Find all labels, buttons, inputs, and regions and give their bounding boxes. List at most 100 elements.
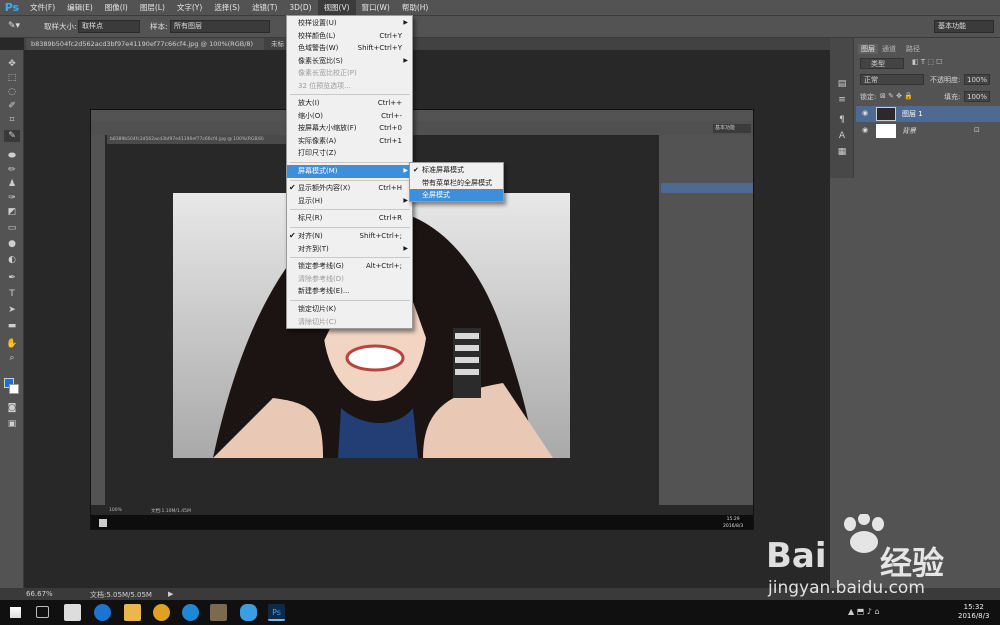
history-brush-icon[interactable]: ✑	[4, 192, 20, 204]
menu-item-snap-to[interactable]: 对齐到(T) ▶	[287, 243, 412, 256]
move-tool-icon[interactable]: ✥	[4, 58, 20, 70]
nested-status-doc: 文档:1.10M/1.45M	[151, 509, 191, 514]
menu-window[interactable]: 窗口(W)	[356, 0, 396, 16]
path-select-icon[interactable]: ➤	[4, 304, 20, 316]
fill-field[interactable]: 100%	[964, 91, 990, 102]
menu-item-actual-pixels[interactable]: 实际像素(A) Ctrl+1	[287, 135, 412, 148]
menu-item-lock-slices[interactable]: 锁定切片(K)	[287, 303, 412, 316]
clock[interactable]: 15:32 2016/8/3	[958, 603, 989, 621]
marquee-tool-icon[interactable]: ⬚	[4, 72, 20, 84]
menu-item-extras[interactable]: ✔ 显示额外内容(X) Ctrl+H	[287, 182, 412, 195]
shape-tool-icon[interactable]: ▬	[4, 320, 20, 332]
hand-tool-icon[interactable]: ✋	[4, 338, 20, 350]
qq-icon[interactable]	[240, 604, 257, 621]
stamp-tool-icon[interactable]: ♟	[4, 178, 20, 190]
submenu-fullscreen[interactable]: 全屏模式	[410, 189, 503, 201]
menu-help[interactable]: 帮助(H)	[396, 0, 435, 16]
submenu-standard-screen[interactable]: ✔ 标准屏幕模式	[410, 164, 503, 176]
eye-icon[interactable]: ◉	[862, 126, 868, 134]
menu-item-zoom-out[interactable]: 缩小(O) Ctrl+-	[287, 110, 412, 123]
quick-select-icon[interactable]: ✐	[4, 100, 20, 112]
sample-size-select[interactable]: 取样点	[78, 20, 140, 33]
app-icon[interactable]	[210, 604, 227, 621]
menu-layer[interactable]: 图层(L)	[134, 0, 171, 16]
panel-tab-channels[interactable]: 通道	[882, 44, 896, 54]
menu-item-proof-colors[interactable]: 校样颜色(L) Ctrl+Y	[287, 30, 412, 43]
nested-menubar	[91, 110, 753, 121]
sample-select[interactable]: 所有图层	[170, 20, 270, 33]
edge-icon[interactable]	[94, 604, 111, 621]
brush-tool-icon[interactable]: ✏	[4, 164, 20, 176]
panel-tab-layers[interactable]: 图层	[858, 44, 878, 54]
paragraph-icon[interactable]: ¶	[834, 114, 850, 126]
layer-row-background[interactable]: ◉ 背景 ⊡	[856, 123, 1000, 139]
submenu-fullscreen-menubar[interactable]: 带有菜单栏的全屏模式	[410, 177, 503, 189]
menu-edit[interactable]: 编辑(E)	[61, 0, 99, 16]
menu-item-proof-setup[interactable]: 校样设置(U) ▶	[287, 17, 412, 30]
menu-3d[interactable]: 3D(D)	[283, 0, 317, 16]
view-menu-dropdown: 校样设置(U) ▶ 校样颜色(L) Ctrl+Y 色域警告(W) Shift+Ctrl…	[286, 15, 413, 329]
adjust-icon[interactable]: ≡	[834, 94, 850, 106]
menu-item-show[interactable]: 显示(H) ▶	[287, 195, 412, 208]
menu-item-lock-guides[interactable]: 锁定参考线(G) Alt+Ctrl+;	[287, 260, 412, 273]
lock-label: 锁定:	[860, 93, 877, 101]
blend-mode-select[interactable]: 正常	[860, 74, 924, 85]
quick-mask-icon[interactable]: ◙	[4, 402, 20, 414]
eye-icon[interactable]: ◉	[862, 109, 868, 117]
lasso-tool-icon[interactable]: ◌	[4, 86, 20, 98]
menu-view[interactable]: 视图(V)	[317, 0, 356, 16]
menu-file[interactable]: 文件(F)	[24, 0, 61, 16]
windows-start-icon[interactable]	[10, 607, 21, 618]
nested-layer-row	[661, 183, 753, 193]
blur-tool-icon[interactable]: ●	[4, 238, 20, 250]
menu-item-gamut-warning[interactable]: 色域警告(W) Shift+Ctrl+Y	[287, 42, 412, 55]
menu-item-fit-screen[interactable]: 按屏幕大小缩放(F) Ctrl+0	[287, 122, 412, 135]
type-tool-icon[interactable]: T	[4, 288, 20, 300]
menu-item-new-guide[interactable]: 新建参考线(E)...	[287, 285, 412, 298]
background-color-swatch[interactable]	[9, 384, 19, 394]
properties-icon[interactable]: ▦	[834, 146, 850, 158]
pen-tool-icon[interactable]: ✒	[4, 272, 20, 284]
menu-item-print-size[interactable]: 打印尺寸(Z)	[287, 147, 412, 160]
eraser-tool-icon[interactable]: ◩	[4, 206, 20, 218]
explorer-icon[interactable]	[124, 604, 141, 621]
layer-thumbnail	[876, 107, 896, 121]
menu-filter[interactable]: 滤镜(T)	[246, 0, 283, 16]
store-icon[interactable]	[64, 604, 81, 621]
lock-icons[interactable]: ⊠ ✎ ✥ 🔒	[880, 92, 913, 100]
browser-icon[interactable]	[182, 604, 199, 621]
eyedropper-icon[interactable]: ✎▾	[8, 20, 26, 33]
layer-filter-select[interactable]: 类型	[860, 58, 904, 69]
status-arrow-icon[interactable]: ▶	[168, 590, 173, 598]
menu-separator	[290, 227, 410, 228]
menu-image[interactable]: 图像(I)	[99, 0, 134, 16]
gradient-tool-icon[interactable]: ▭	[4, 222, 20, 234]
crop-tool-icon[interactable]: ⌗	[4, 114, 20, 126]
panel-tab-paths[interactable]: 路径	[906, 44, 920, 54]
tray-icons[interactable]: ▲ ⬒ ♪ ⌂	[848, 607, 880, 616]
opacity-field[interactable]: 100%	[964, 74, 990, 85]
tab-untitled[interactable]: 未标	[266, 38, 288, 50]
menu-select[interactable]: 选择(S)	[208, 0, 246, 16]
menu-item-screen-mode[interactable]: 屏幕模式(M) ▶	[287, 165, 412, 178]
eyedropper-tool-icon[interactable]: ✎	[4, 130, 20, 142]
menu-item-zoom-in[interactable]: 放大(I) Ctrl++	[287, 97, 412, 110]
menu-item-pixel-aspect[interactable]: 像素长宽比(S) ▶	[287, 55, 412, 68]
photoshop-task-icon[interactable]: Ps	[268, 604, 285, 621]
clock-date: 2016/8/3	[958, 612, 990, 620]
heal-tool-icon[interactable]: ⬬	[4, 150, 20, 162]
panel-dock-icons: ▤ ≡ ¶ A ▦	[830, 38, 854, 178]
menu-type[interactable]: 文字(Y)	[171, 0, 208, 16]
task-view-icon[interactable]	[36, 606, 49, 618]
workspace-select[interactable]: 基本功能	[934, 20, 994, 33]
dodge-tool-icon[interactable]: ◐	[4, 254, 20, 266]
screen-mode-icon[interactable]: ▣	[4, 418, 20, 430]
tab-document[interactable]: b8389b504fc2d562acd3bf97e41190ef77c66cf4…	[26, 38, 264, 50]
character-icon[interactable]: A	[834, 130, 850, 142]
menu-item-snap[interactable]: ✔ 对齐(N) Shift+Ctrl+;	[287, 230, 412, 243]
zoom-tool-icon[interactable]: ⌕	[4, 352, 20, 364]
menu-item-rulers[interactable]: 标尺(R) Ctrl+R	[287, 212, 412, 225]
layer-row-1[interactable]: ◉ 图层 1	[856, 106, 1000, 122]
history-icon[interactable]: ▤	[834, 78, 850, 90]
chrome-icon[interactable]	[153, 604, 170, 621]
